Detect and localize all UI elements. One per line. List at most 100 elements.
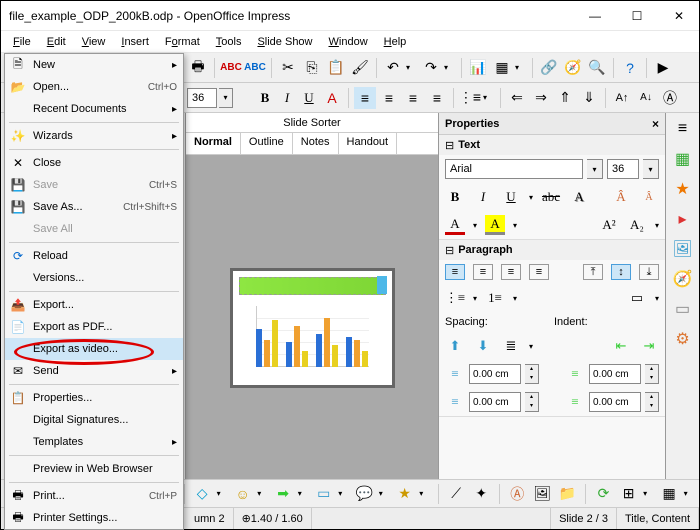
- prop-bold-button[interactable]: B: [445, 187, 465, 207]
- prop-underline-button[interactable]: U: [501, 187, 521, 207]
- table-dropdown[interactable]: ▾: [515, 63, 527, 72]
- menu-insert[interactable]: Insert: [113, 33, 157, 51]
- gallery-icon[interactable]: 📁: [557, 483, 578, 505]
- numbering-dd[interactable]: ▾: [513, 294, 517, 303]
- slide-title-placeholder[interactable]: [239, 277, 386, 295]
- shape-smiley-icon[interactable]: ☺: [232, 483, 253, 505]
- dock-navigator-icon[interactable]: 🧭: [670, 266, 696, 292]
- dock-properties-icon[interactable]: ≡: [670, 116, 696, 142]
- highlight-dropdown[interactable]: ▾: [513, 221, 517, 230]
- menu-printer-settings[interactable]: 🖶Printer Settings...: [5, 507, 183, 529]
- autospell-icon[interactable]: ABC: [244, 57, 266, 79]
- line-spacing-icon[interactable]: ≣: [501, 336, 521, 356]
- para-align-justify[interactable]: ≡: [529, 264, 549, 280]
- para-align-left[interactable]: ≡: [445, 264, 465, 280]
- menu-send[interactable]: ✉Send: [5, 360, 183, 382]
- cut-icon[interactable]: ✂: [277, 57, 299, 79]
- prop-shadow-button[interactable]: A: [569, 187, 589, 207]
- glue-icon[interactable]: ✦: [471, 483, 492, 505]
- from-file-icon[interactable]: 🖼: [532, 483, 553, 505]
- menu-templates[interactable]: Templates: [5, 431, 183, 453]
- fontwork-icon[interactable]: Ⓐ: [507, 483, 528, 505]
- arrange-icon[interactable]: ▦: [659, 483, 680, 505]
- menu-signatures[interactable]: Digital Signatures...: [5, 409, 183, 431]
- align-right-icon[interactable]: ≡: [402, 87, 424, 109]
- spacing-below-spinner[interactable]: ▴▾: [525, 392, 539, 412]
- prop-underline-dropdown[interactable]: ▾: [529, 193, 533, 202]
- decrease-indent-icon[interactable]: ⇤: [611, 336, 631, 356]
- redo-dropdown[interactable]: ▾: [444, 63, 456, 72]
- dock-master-icon[interactable]: ▦: [670, 146, 696, 172]
- menu-save[interactable]: 💾SaveCtrl+S: [5, 174, 183, 196]
- move-up-icon[interactable]: ⇑: [554, 87, 576, 109]
- bullets-icon[interactable]: ⋮≡: [459, 87, 481, 109]
- maximize-button[interactable]: ☐: [625, 4, 649, 28]
- menu-export-pdf[interactable]: 📄Export as PDF...: [5, 316, 183, 338]
- bullets-dropdown[interactable]: ▾: [483, 93, 495, 102]
- dock-functions-icon[interactable]: ⚙: [670, 326, 696, 352]
- text-section-title[interactable]: Text: [439, 135, 665, 155]
- menu-tools[interactable]: Tools: [208, 33, 250, 51]
- shape-arrow-icon[interactable]: ➡: [273, 483, 294, 505]
- highlight-button[interactable]: A: [485, 215, 505, 235]
- bullets-dd[interactable]: ▾: [473, 294, 477, 303]
- dock-transition-icon[interactable]: ▸: [670, 206, 696, 232]
- dock-styles-icon[interactable]: ▭: [670, 296, 696, 322]
- indent-after-input[interactable]: 0.00 cm: [589, 392, 641, 412]
- spacing-above-spinner[interactable]: ▴▾: [525, 364, 539, 384]
- menu-properties[interactable]: 📋Properties...: [5, 387, 183, 409]
- dock-gallery-icon[interactable]: 🖼: [670, 236, 696, 262]
- bullets-button[interactable]: ⋮≡: [445, 288, 465, 308]
- fontsize-input[interactable]: 36: [187, 88, 217, 108]
- copy-icon[interactable]: ⎘: [301, 57, 323, 79]
- presentation-icon[interactable]: ▶: [652, 57, 674, 79]
- menu-new[interactable]: 🗎New: [5, 54, 183, 76]
- minimize-button[interactable]: —: [583, 4, 607, 28]
- italic-button[interactable]: I: [277, 88, 297, 108]
- menu-edit[interactable]: Edit: [39, 33, 74, 51]
- para-align-right[interactable]: ≡: [501, 264, 521, 280]
- menu-export-video[interactable]: Export as video...: [5, 338, 183, 360]
- navigator-icon[interactable]: 🧭: [562, 57, 584, 79]
- increase-indent-icon[interactable]: ⇥: [639, 336, 659, 356]
- subscript-button[interactable]: A₂: [627, 215, 647, 235]
- menu-export[interactable]: 📤Export...: [5, 294, 183, 316]
- promote-icon[interactable]: ⇐: [506, 87, 528, 109]
- shape-diamond-icon[interactable]: ◇: [192, 483, 213, 505]
- character-icon[interactable]: Ⓐ: [659, 87, 681, 109]
- decrease-font-icon[interactable]: A↓: [635, 87, 657, 109]
- align-left-icon[interactable]: ≡: [354, 87, 376, 109]
- script-dropdown[interactable]: ▾: [655, 221, 659, 230]
- move-down-icon[interactable]: ⇓: [578, 87, 600, 109]
- rotate-icon[interactable]: ⟳: [593, 483, 614, 505]
- align-icon[interactable]: ⊞: [618, 483, 639, 505]
- menu-open[interactable]: 📂Open...Ctrl+O: [5, 76, 183, 98]
- font-color-dropdown[interactable]: ▾: [473, 221, 477, 230]
- dock-animation-icon[interactable]: ★: [670, 176, 696, 202]
- increase-spacing-icon[interactable]: ⬆: [445, 336, 465, 356]
- menu-save-as[interactable]: 💾Save As...Ctrl+Shift+S: [5, 196, 183, 218]
- menu-wizards[interactable]: ✨Wizards: [5, 125, 183, 147]
- align-center-icon[interactable]: ≡: [378, 87, 400, 109]
- indent-after-spinner[interactable]: ▴▾: [645, 392, 659, 412]
- zoom-icon[interactable]: 🔍: [586, 57, 608, 79]
- bg-color-dd[interactable]: ▾: [655, 294, 659, 303]
- font-name-dropdown[interactable]: ▾: [587, 159, 603, 179]
- prop-strike-button[interactable]: abc: [541, 187, 561, 207]
- menu-save-all[interactable]: Save All: [5, 218, 183, 240]
- font-size-combo[interactable]: 36: [607, 159, 639, 179]
- menu-format[interactable]: Format: [157, 33, 208, 51]
- indent-before-spinner[interactable]: ▴▾: [645, 364, 659, 384]
- increase-size-icon[interactable]: Â: [611, 187, 631, 207]
- indent-before-input[interactable]: 0.00 cm: [589, 364, 641, 384]
- fontsize-dropdown[interactable]: ▾: [219, 88, 233, 108]
- points-icon[interactable]: ⟋: [446, 483, 467, 505]
- menu-close[interactable]: ✕Close: [5, 152, 183, 174]
- help-icon[interactable]: ?: [619, 57, 641, 79]
- shape-flowchart-icon[interactable]: ▭: [313, 483, 334, 505]
- font-size-dropdown[interactable]: ▾: [643, 159, 659, 179]
- menu-recent[interactable]: Recent Documents: [5, 98, 183, 120]
- valign-top[interactable]: ⤒: [583, 264, 603, 280]
- menu-help[interactable]: Help: [376, 33, 415, 51]
- menu-file[interactable]: File: [5, 33, 39, 51]
